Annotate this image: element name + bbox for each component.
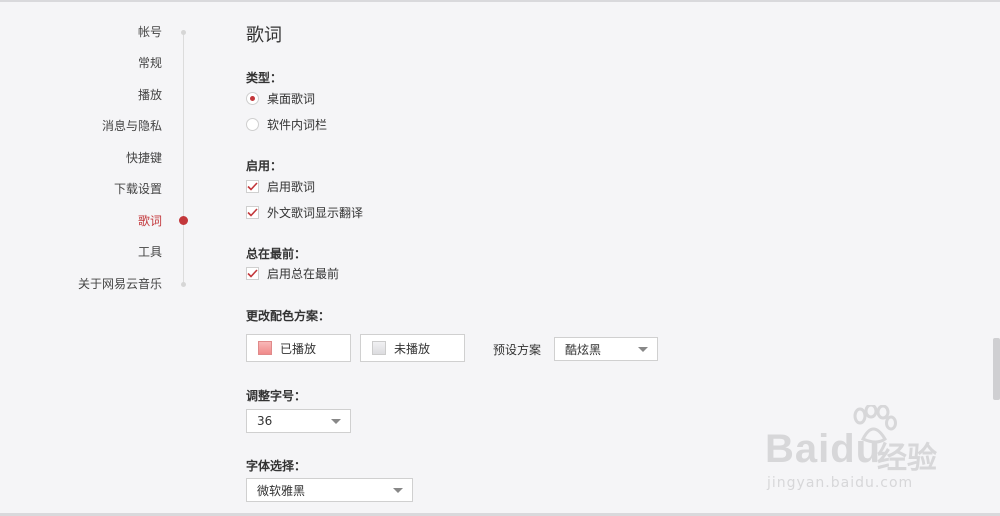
checkbox-checked-icon[interactable] (246, 266, 259, 280)
checkbox-label: 外文歌词显示翻译 (267, 205, 364, 220)
chevron-down-icon (393, 488, 403, 493)
unplayed-color-label: 未播放 (394, 341, 431, 356)
ontop-section-label: 总在最前： (246, 247, 307, 261)
font-size-section-label: 调整字号： (246, 389, 307, 403)
sidebar-item-hotkeys[interactable]: 快捷键 (126, 150, 162, 166)
font-size-select[interactable]: 36 (246, 409, 351, 433)
radio-label: 软件内词栏 (267, 117, 328, 132)
color-section-label: 更改配色方案： (246, 309, 331, 323)
sidebar-item-download[interactable]: 下载设置 (114, 181, 162, 197)
radio-label: 桌面歌词 (267, 91, 316, 106)
checkbox-enable-lyrics[interactable]: 启用歌词 (246, 178, 315, 194)
active-indicator-dot (179, 216, 188, 225)
type-section-label: 类型： (246, 71, 283, 85)
watermark-brand: Baidu (765, 427, 882, 471)
radio-selected-icon[interactable] (246, 91, 259, 105)
checkbox-label: 启用总在最前 (267, 266, 340, 281)
chevron-down-icon (638, 347, 648, 352)
preset-scheme-value: 酷炫黑 (565, 342, 602, 357)
sidebar-item-lyrics[interactable]: 歌词 (138, 213, 162, 229)
played-color-swatch (258, 341, 272, 355)
preset-scheme-label: 预设方案 (493, 343, 542, 357)
checkbox-checked-icon[interactable] (246, 179, 259, 193)
baidu-jingyan-watermark: Baidu 经验 jingyan.baidu.com (765, 405, 950, 500)
watermark-url: jingyan.baidu.com (767, 475, 914, 491)
sidebar-dot (181, 30, 186, 35)
font-family-value: 微软雅黑 (257, 483, 306, 498)
sidebar-dot (181, 282, 186, 287)
sidebar-item-privacy[interactable]: 消息与隐私 (102, 118, 162, 134)
page-title: 歌词 (246, 25, 282, 46)
preset-scheme-select[interactable]: 酷炫黑 (554, 337, 658, 361)
sidebar-item-tools[interactable]: 工具 (138, 244, 162, 260)
chevron-down-icon (331, 419, 341, 424)
font-section-label: 字体选择： (246, 459, 307, 473)
unplayed-color-button[interactable]: 未播放 (360, 334, 465, 362)
watermark-cn: 经验 (877, 441, 937, 476)
checkbox-checked-icon[interactable] (246, 205, 259, 219)
sidebar-item-general[interactable]: 常规 (138, 55, 162, 71)
scrollbar-thumb[interactable] (993, 338, 1000, 400)
sidebar-item-playback[interactable]: 播放 (138, 87, 162, 103)
checkbox-show-translation[interactable]: 外文歌词显示翻译 (246, 204, 363, 220)
settings-sidebar: 帐号 常规 播放 消息与隐私 快捷键 下载设置 歌词 工具 关于网易云音乐 (0, 0, 200, 516)
radio-in-app-lyrics[interactable]: 软件内词栏 (246, 116, 327, 132)
unplayed-color-swatch (372, 341, 386, 355)
played-color-button[interactable]: 已播放 (246, 334, 351, 362)
radio-unselected-icon[interactable] (246, 117, 259, 131)
radio-desktop-lyrics[interactable]: 桌面歌词 (246, 90, 315, 106)
checkbox-always-on-top[interactable]: 启用总在最前 (246, 265, 339, 281)
sidebar-rail (183, 32, 184, 284)
sidebar-item-account[interactable]: 帐号 (138, 24, 162, 40)
sidebar-item-about[interactable]: 关于网易云音乐 (78, 276, 162, 292)
font-family-select[interactable]: 微软雅黑 (246, 478, 413, 502)
enable-section-label: 启用： (246, 159, 283, 173)
played-color-label: 已播放 (280, 341, 317, 356)
checkbox-label: 启用歌词 (267, 179, 316, 194)
font-size-value: 36 (257, 414, 273, 428)
